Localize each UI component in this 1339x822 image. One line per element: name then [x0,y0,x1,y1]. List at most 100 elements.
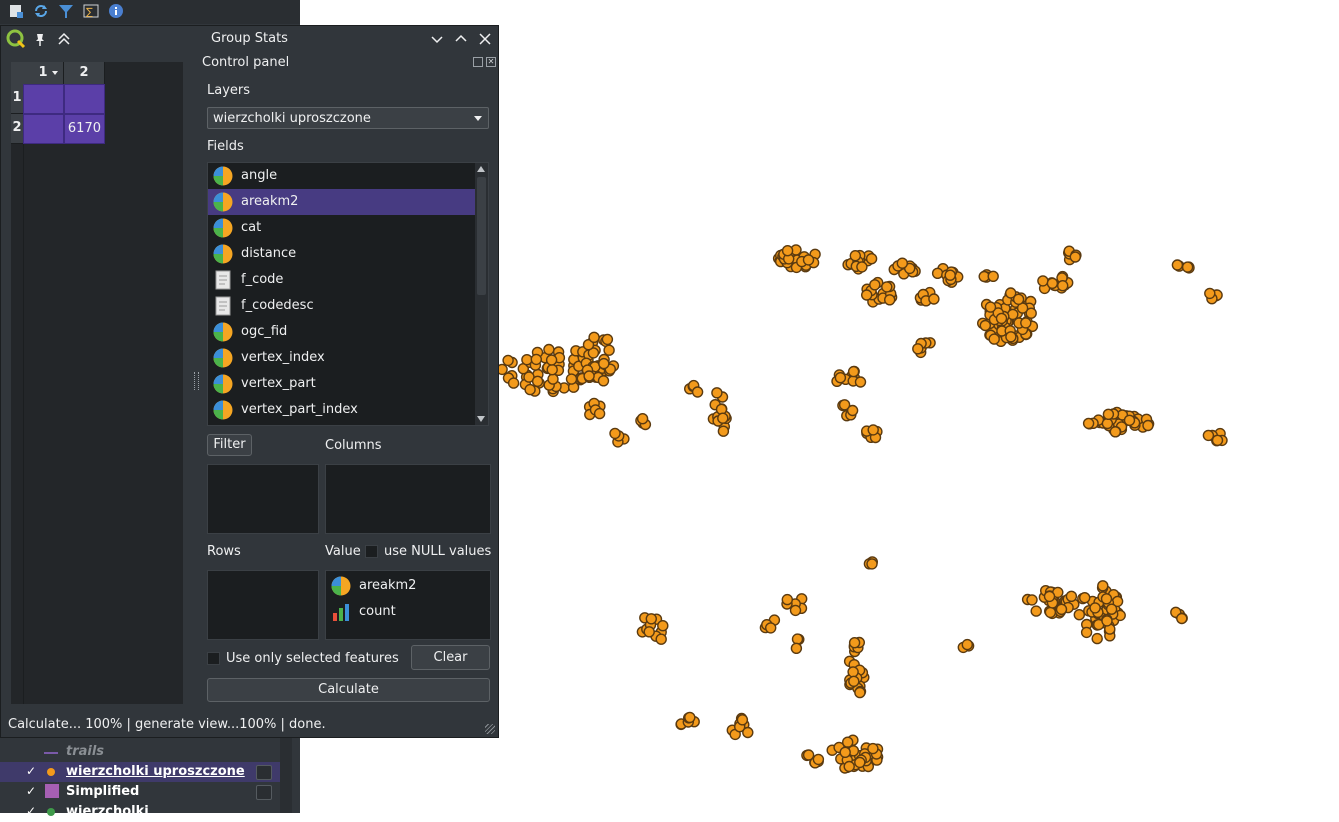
control-panel-title: Control panel [202,55,290,70]
layer-item-wierzcholki-uproszczone[interactable]: ✓ wierzcholki uproszczone [0,762,280,782]
filter-icon[interactable] [58,3,74,19]
row-header[interactable]: 2 [11,114,23,144]
map-point [603,344,615,356]
filter-button[interactable]: Filter [207,434,252,456]
layer-visibility-checkbox[interactable]: ✓ [24,764,38,778]
value-item[interactable]: count [326,599,490,625]
value-item[interactable]: areakm2 [326,573,490,599]
layer-visibility-checkbox[interactable]: ✓ [24,784,38,798]
field-item[interactable]: distance [208,241,476,267]
map-point [1202,429,1215,442]
maximize-icon[interactable] [452,30,470,48]
field-item[interactable]: vertex_part_index [208,397,476,423]
field-label: f_codedesc [241,298,314,313]
group-rows-dropzone-filter[interactable] [207,464,319,534]
close-panel-icon[interactable]: ✕ [486,57,496,67]
layers-panel-scrollbar[interactable] [280,738,292,813]
selected-features-checkbox[interactable] [207,652,220,665]
field-calculator-icon[interactable]: ∑ [83,3,99,19]
field-item[interactable]: f_code [208,267,476,293]
clear-button[interactable]: Clear [411,645,490,670]
map-point [1181,261,1194,273]
map-point [931,267,944,279]
status-bar: Calculate... 100% | generate view...100%… [1,714,498,737]
field-item[interactable]: vertex_index [208,345,476,371]
dialog-titlebar[interactable]: Group Stats [1,26,498,52]
map-point [1204,287,1216,300]
layer-item-simplified[interactable]: ✓ Simplified [0,782,280,802]
scroll-thumb[interactable] [477,177,486,295]
null-values-checkbox[interactable] [365,545,378,558]
table-cell[interactable] [23,114,64,144]
field-item[interactable]: vertex_part [208,371,476,397]
map-point [717,412,729,424]
map-point [846,404,859,417]
numeric-field-icon [213,166,233,186]
column-header[interactable]: 1 [23,62,64,84]
column-header[interactable]: 2 [64,62,105,84]
map-point [717,425,730,437]
field-item[interactable]: angle [208,163,476,189]
map-point [636,413,649,425]
table-cell[interactable] [23,84,64,114]
layer-indicator-icon[interactable] [256,765,272,780]
map-point [597,375,610,387]
table-cell[interactable]: 6170 [64,114,105,144]
map-point [609,427,621,440]
field-item[interactable]: areakm2 [208,189,476,215]
map-point [791,633,804,645]
calculate-button[interactable]: Calculate [207,678,490,702]
columns-dropzone[interactable] [325,464,491,534]
map-point [601,333,614,346]
info-icon[interactable] [108,3,124,19]
map-point [802,254,815,266]
row-header[interactable]: 1 [11,84,23,114]
fields-list[interactable]: angle areakm2 cat distance f_code f_codedesco… [207,162,489,426]
map-point [1091,632,1103,645]
close-icon[interactable] [476,30,494,48]
scroll-down-icon[interactable] [477,416,485,422]
rows-dropzone[interactable] [207,570,319,640]
resize-grip-icon[interactable] [485,724,495,734]
map-point [869,279,881,291]
layer-label: wierzcholki uproszczone [66,764,245,779]
map-point [1080,626,1093,639]
text-field-icon [213,296,233,316]
map-point [988,333,1000,345]
fields-scrollbar[interactable] [475,163,488,425]
table-cell[interactable] [64,84,105,114]
float-panel-icon[interactable] [473,57,483,67]
layer-select[interactable]: wierzcholki uproszczone [207,107,489,129]
map-point [848,675,860,687]
map-point [867,424,879,436]
value-dropzone[interactable]: areakm2 count [325,570,491,640]
map-point [1123,414,1136,426]
minimize-icon[interactable] [428,30,446,48]
field-item[interactable]: cat [208,215,476,241]
layer-label: wierzcholki [66,804,149,819]
layer-item-wierzcholki[interactable]: ✓ wierzcholki [0,802,280,822]
results-table[interactable]: 1 2 1 2 6170 [11,62,183,704]
layer-visibility-checkbox[interactable]: ✓ [24,804,38,818]
field-label: areakm2 [241,194,299,209]
numeric-field-icon [213,192,233,212]
map-point [789,604,802,617]
map-point [928,293,940,305]
refresh-icon[interactable] [33,3,49,19]
layer-item-trails[interactable]: trails [0,742,280,762]
numeric-field-icon [213,244,233,264]
panel-splitter-handle[interactable] [194,372,199,390]
field-item[interactable]: ogc_fid [208,319,476,345]
new-layer-icon[interactable] [8,3,24,19]
map-point [866,558,878,570]
layer-indicator-icon[interactable] [256,785,272,800]
scroll-up-icon[interactable] [477,166,485,172]
map-point [691,386,704,398]
field-item[interactable]: f_codedesc [208,293,476,319]
map-point [843,760,855,773]
map-point [531,375,544,387]
map-point [790,642,803,654]
value-label: Value [325,544,361,559]
map-point [545,354,558,366]
map-point [979,319,991,332]
